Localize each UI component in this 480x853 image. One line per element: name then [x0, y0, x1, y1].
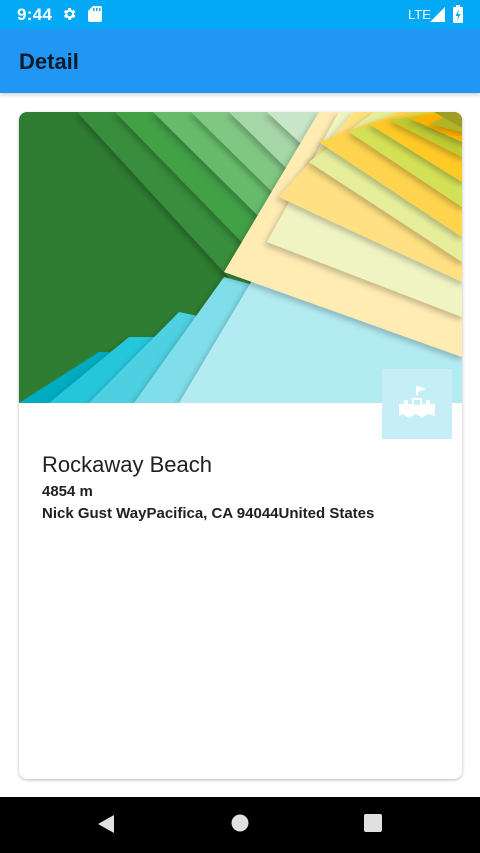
recents-icon[interactable] — [364, 814, 382, 832]
status-bar: 9:44 LTE — [0, 0, 480, 29]
network-type: LTE — [408, 7, 431, 22]
hero-image — [19, 112, 462, 403]
sandcastle-icon — [399, 386, 435, 418]
place-elevation: 4854 m — [42, 483, 93, 500]
signal-icon — [430, 7, 445, 22]
place-address: Nick Gust WayPacifica, CA 94044United St… — [42, 505, 375, 522]
place-name: Rockaway Beach — [42, 452, 212, 477]
sandcastle-badge — [382, 369, 452, 439]
status-time: 9:44 — [17, 5, 53, 24]
battery-icon — [453, 5, 463, 23]
gear-icon — [63, 8, 76, 20]
page-title: Detail — [19, 49, 79, 74]
detail-card: Rockaway Beach 4854 m Nick Gust WayPacif… — [19, 112, 462, 779]
app-bar: Detail — [0, 29, 480, 93]
navigation-bar — [0, 797, 480, 853]
back-icon[interactable] — [97, 814, 117, 834]
home-icon[interactable] — [231, 814, 249, 832]
sd-card-icon — [88, 6, 102, 22]
